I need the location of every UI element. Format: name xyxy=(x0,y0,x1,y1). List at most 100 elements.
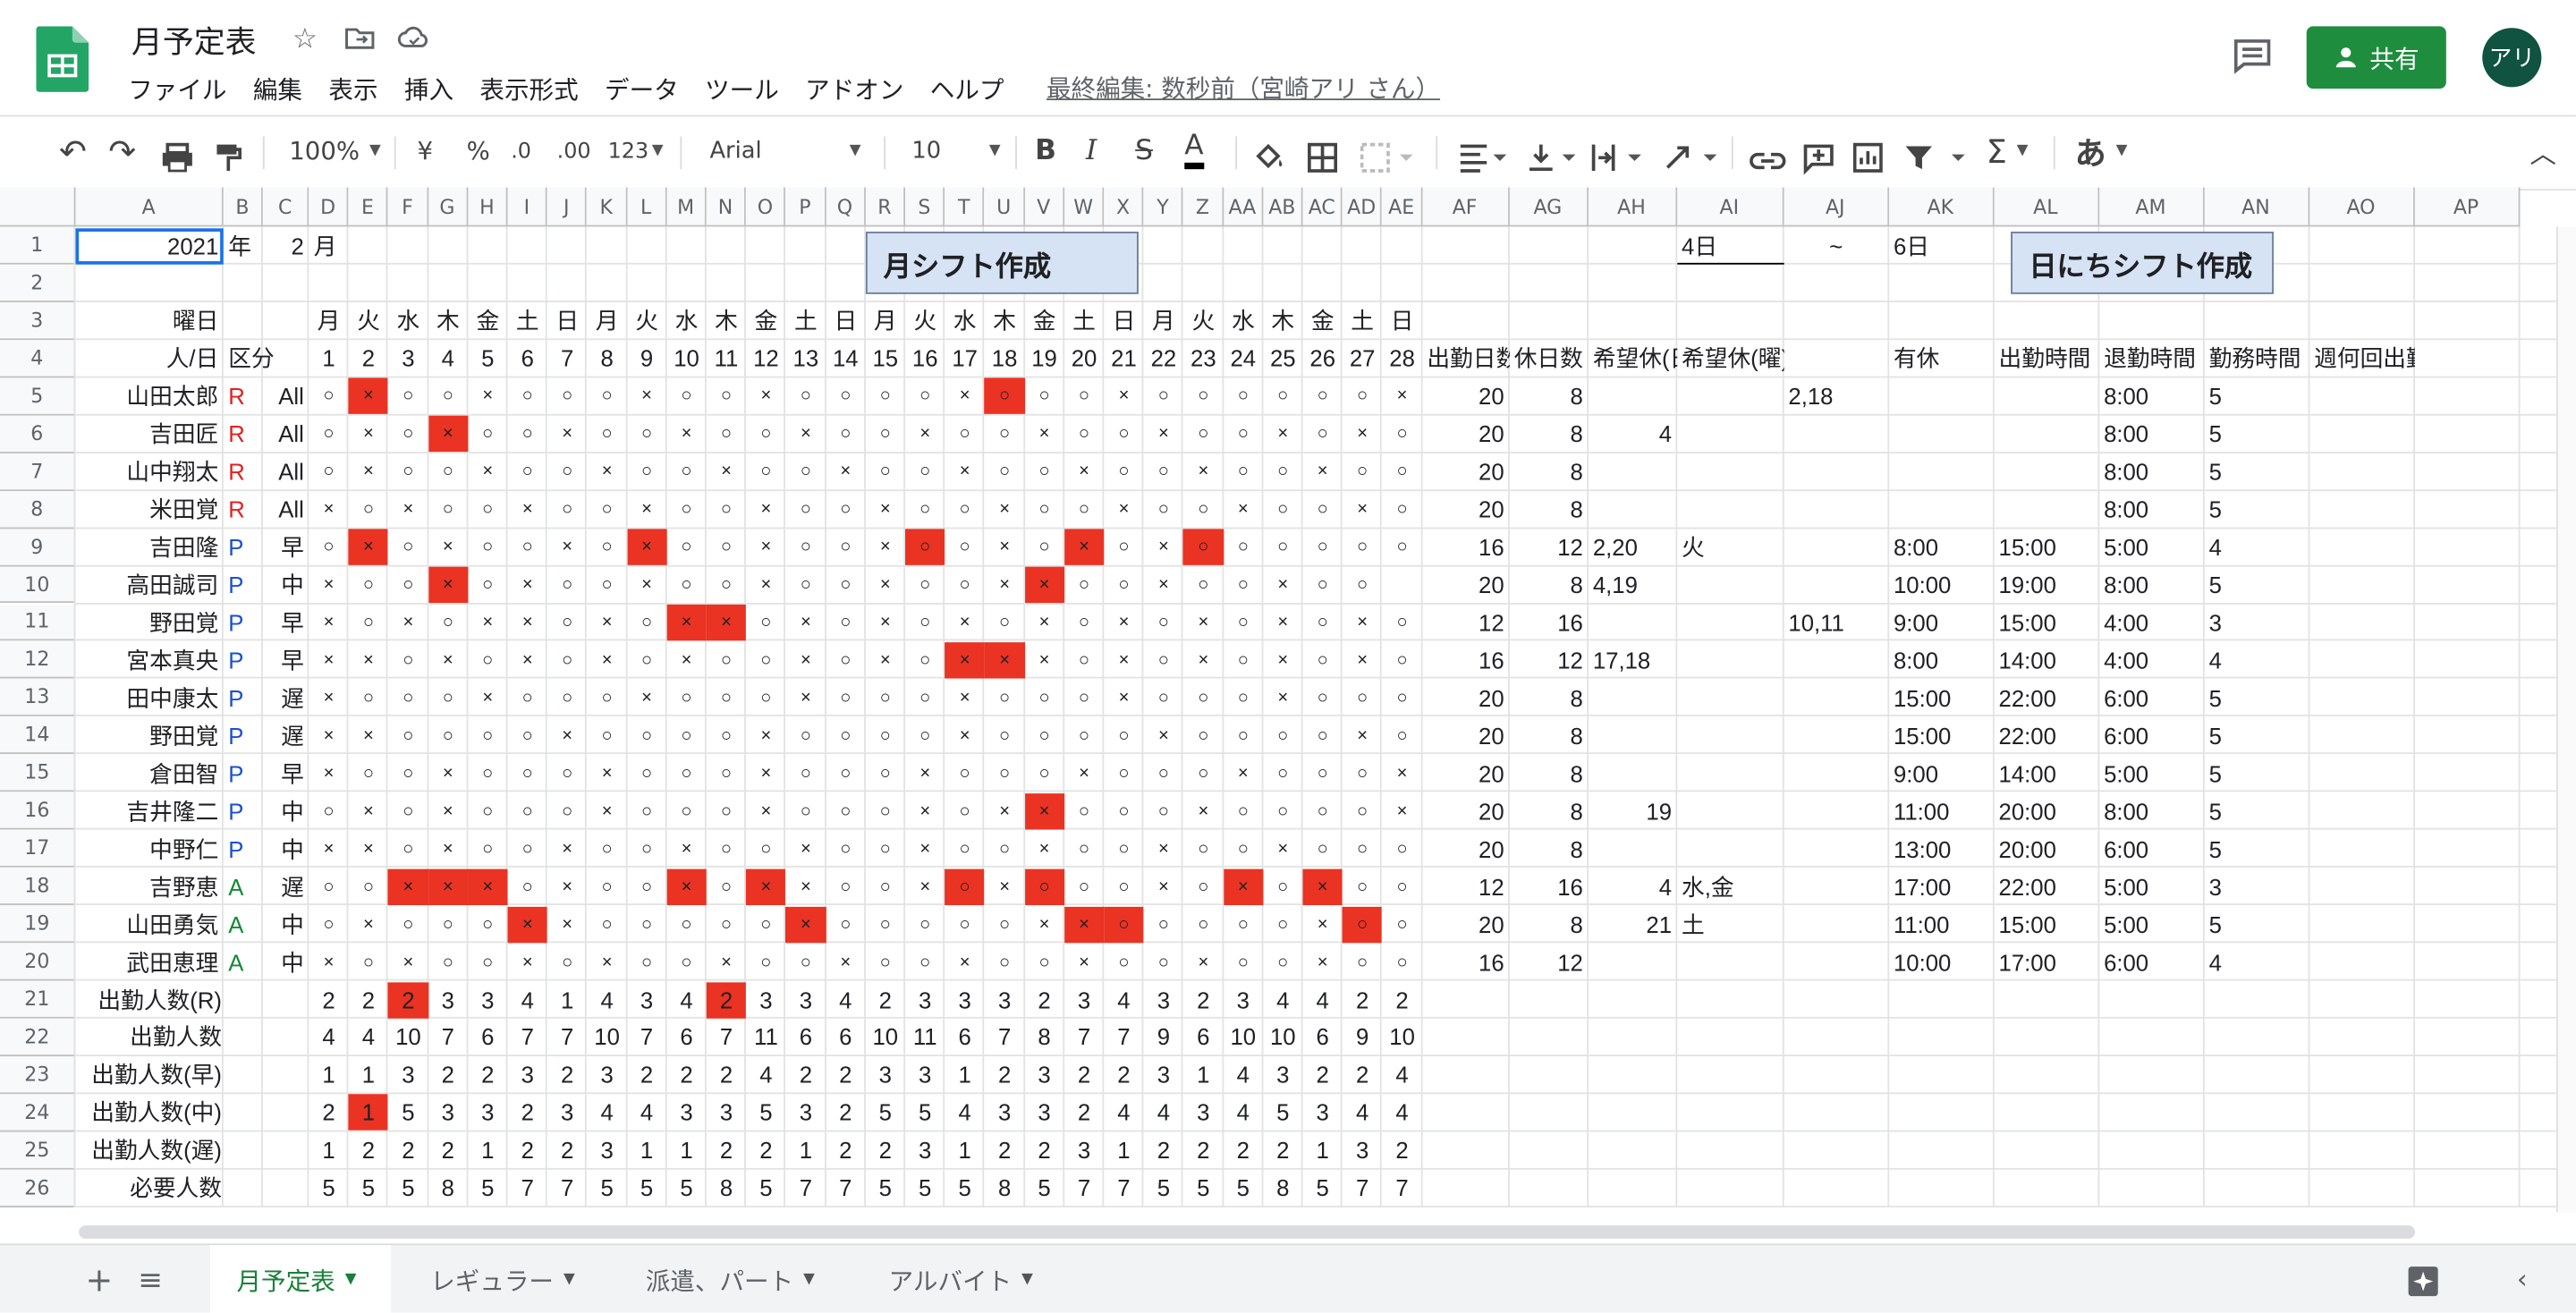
font-select[interactable]: Arial ▼ xyxy=(709,130,860,173)
work-mark[interactable]: ○ xyxy=(349,944,388,979)
staff-type[interactable]: P xyxy=(224,717,263,753)
work-mark[interactable]: ○ xyxy=(1024,756,1063,792)
work-mark[interactable]: ○ xyxy=(349,756,388,792)
day-off-mark[interactable]: × xyxy=(428,416,469,453)
work-mark[interactable]: ○ xyxy=(866,717,905,753)
summary-value[interactable]: 1 xyxy=(309,1057,348,1093)
menu-insert[interactable]: 挿入 xyxy=(404,72,453,107)
stat-header-cell[interactable]: 勤務時間 xyxy=(2204,341,2309,377)
summary-value[interactable]: 3 xyxy=(905,1057,945,1093)
day-number-cell[interactable]: 24 xyxy=(1224,341,1263,377)
paid-leave[interactable] xyxy=(1784,642,1889,678)
menu-file[interactable]: ファイル xyxy=(128,72,226,107)
create-monthly-shift-button[interactable]: 月シフト作成 xyxy=(865,231,1139,294)
work-mark[interactable]: ○ xyxy=(707,906,746,942)
work-mark[interactable]: ○ xyxy=(1064,717,1104,753)
paid-leave[interactable] xyxy=(1784,567,1889,603)
work-mark[interactable]: ○ xyxy=(1104,831,1143,867)
summary-value[interactable]: 2 xyxy=(866,1132,905,1168)
summary-value[interactable]: 6 xyxy=(1183,1020,1223,1055)
work-mark[interactable]: ○ xyxy=(547,605,587,640)
work-mark[interactable]: ○ xyxy=(508,453,547,489)
day-off-mark[interactable]: × xyxy=(309,831,348,867)
work-mark[interactable]: ○ xyxy=(826,868,865,904)
work-mark[interactable]: ○ xyxy=(786,717,826,753)
work-mark[interactable]: ○ xyxy=(786,378,826,414)
work-hours[interactable]: 8:00 xyxy=(2099,567,2205,603)
off-days[interactable]: 16 xyxy=(1509,868,1588,904)
day-off-mark[interactable]: × xyxy=(1104,680,1143,716)
day-off-mark[interactable]: × xyxy=(905,831,945,867)
day-off-mark[interactable]: × xyxy=(349,416,388,452)
day-off-mark[interactable]: × xyxy=(945,680,984,716)
end-time[interactable]: 15:00 xyxy=(1994,906,2099,942)
sheet-tab-monthly[interactable]: 月予定表 ▼ xyxy=(210,1245,392,1313)
summary-value[interactable]: 4 xyxy=(587,981,626,1017)
zoom-select[interactable]: 100% ▼ xyxy=(289,130,381,173)
work-mark[interactable]: ○ xyxy=(786,567,826,603)
weekly-count[interactable]: 5 xyxy=(2204,831,2309,867)
wish-off-weekdays[interactable] xyxy=(1677,831,1784,867)
start-time[interactable]: 11:00 xyxy=(1888,906,1994,942)
sheet-tab-arbeit[interactable]: アルバイト ▼ xyxy=(889,1245,1033,1312)
stat-header-cell[interactable]: 休日数 xyxy=(1509,341,1588,377)
day-off-mark[interactable]: × xyxy=(1063,906,1105,943)
start-time[interactable]: 8:00 xyxy=(1888,529,1994,565)
off-days[interactable]: 8 xyxy=(1509,717,1588,753)
end-time[interactable] xyxy=(1994,491,2099,527)
day-off-mark[interactable]: × xyxy=(1263,605,1302,640)
staff-name[interactable]: 田中康太 xyxy=(75,680,223,716)
summary-value[interactable]: 5 xyxy=(1024,1170,1063,1206)
work-mark[interactable]: ○ xyxy=(1263,793,1302,829)
work-mark[interactable]: ○ xyxy=(1343,529,1382,565)
weekday-cell[interactable]: 土 xyxy=(1064,303,1104,339)
summary-value[interactable]: 5 xyxy=(627,1170,666,1206)
wish-off-weekdays[interactable] xyxy=(1677,717,1784,753)
weekday-cell[interactable]: 月 xyxy=(309,303,348,339)
wish-off-days[interactable] xyxy=(1588,717,1676,753)
wish-off-weekdays[interactable] xyxy=(1677,567,1784,603)
work-mark[interactable]: ○ xyxy=(1224,378,1263,414)
weekday-cell[interactable]: 土 xyxy=(508,303,547,339)
work-mark[interactable]: ○ xyxy=(1183,491,1223,527)
work-mark[interactable]: ○ xyxy=(349,491,388,527)
summary-value[interactable]: 8 xyxy=(1024,1020,1063,1055)
weekday-header-label[interactable]: 曜日 xyxy=(75,303,223,339)
wish-off-weekdays[interactable]: 火 xyxy=(1677,529,1784,565)
work-days[interactable]: 20 xyxy=(1422,831,1509,867)
summary-value[interactable]: 4 xyxy=(666,981,706,1017)
off-days[interactable]: 8 xyxy=(1509,906,1588,942)
summary-value[interactable]: 4 xyxy=(1382,1095,1421,1131)
work-mark[interactable]: ○ xyxy=(1224,831,1263,867)
column-header[interactable]: C xyxy=(262,187,309,227)
day-off-mark[interactable]: × xyxy=(1104,642,1143,678)
paid-leave[interactable] xyxy=(1784,756,1889,792)
summary-value[interactable]: 3 xyxy=(707,1095,746,1131)
column-header[interactable]: AF xyxy=(1421,187,1510,227)
work-mark[interactable]: ○ xyxy=(627,416,666,452)
work-mark[interactable]: ○ xyxy=(905,605,945,640)
wish-off-days[interactable] xyxy=(1588,378,1676,414)
staff-name[interactable]: 武田恵理 xyxy=(75,944,223,979)
off-days[interactable]: 8 xyxy=(1509,378,1588,414)
work-mark[interactable]: ○ xyxy=(627,868,666,904)
day-off-mark[interactable]: × xyxy=(1302,868,1343,905)
day-off-mark[interactable]: × xyxy=(746,567,785,603)
summary-value[interactable]: 4 xyxy=(1104,981,1143,1017)
day-off-mark[interactable]: × xyxy=(945,453,984,489)
day-off-mark[interactable]: × xyxy=(349,717,388,753)
summary-value[interactable]: 2 xyxy=(627,1057,666,1093)
day-off-mark[interactable]: × xyxy=(547,717,587,753)
day-off-mark[interactable]: × xyxy=(349,642,388,678)
weekly-count[interactable]: 5 xyxy=(2204,453,2309,489)
summary-value[interactable]: 4 xyxy=(746,1057,785,1093)
work-mark[interactable]: ○ xyxy=(707,642,746,678)
work-mark[interactable]: ○ xyxy=(587,717,626,753)
side-panel-toggle-icon[interactable]: ‹ xyxy=(2517,1263,2528,1294)
summary-value[interactable]: 3 xyxy=(1144,1057,1183,1093)
weekday-cell[interactable]: 木 xyxy=(985,303,1024,339)
staff-shift[interactable]: All xyxy=(263,416,309,452)
work-mark[interactable]: ○ xyxy=(547,756,587,792)
work-mark[interactable]: ○ xyxy=(468,717,507,753)
work-mark[interactable]: ○ xyxy=(1064,868,1104,904)
